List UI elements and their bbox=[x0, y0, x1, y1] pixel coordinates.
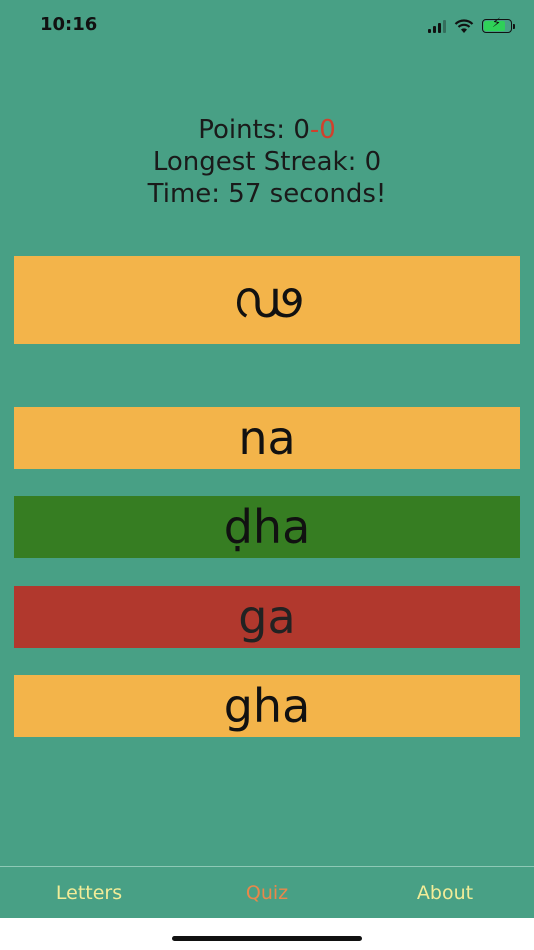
tab-bar: Letters Quiz About bbox=[0, 866, 534, 918]
longest-streak: Longest Streak: 0 bbox=[152, 147, 382, 177]
points-label: Points: bbox=[198, 115, 294, 145]
answer-option-label: ga bbox=[238, 590, 296, 644]
battery-charging-icon: ⚡ bbox=[482, 17, 515, 33]
cellular-signal-icon bbox=[428, 19, 446, 33]
tab-letters[interactable]: Letters bbox=[0, 867, 178, 918]
answer-option-4[interactable]: gha bbox=[14, 675, 520, 737]
answer-option-label: ḍha bbox=[223, 500, 311, 554]
quiz-screen: 10:16 ⚡ Points: 0-0 Longest Streak: 0 Ti… bbox=[0, 0, 534, 918]
quiz-letter-card: ഢ bbox=[14, 256, 520, 344]
status-icons: ⚡ bbox=[428, 16, 515, 36]
answer-option-2-correct[interactable]: ḍha bbox=[14, 496, 520, 558]
quiz-letter: ഢ bbox=[232, 269, 302, 330]
home-indicator[interactable] bbox=[172, 936, 362, 941]
points-wrong: 0 bbox=[319, 115, 336, 145]
tab-about[interactable]: About bbox=[356, 867, 534, 918]
time-remaining: Time: 57 seconds! bbox=[147, 179, 387, 209]
wifi-icon bbox=[454, 18, 474, 33]
answer-option-1[interactable]: na bbox=[14, 407, 520, 469]
status-time: 10:16 bbox=[40, 14, 98, 35]
points-separator: - bbox=[309, 115, 320, 145]
answer-option-label: gha bbox=[223, 679, 311, 733]
points-line: Points: 0-0 bbox=[0, 114, 534, 146]
tab-quiz[interactable]: Quiz bbox=[178, 867, 356, 918]
score-panel: Points: 0-0 Longest Streak: 0 Time: 57 s… bbox=[0, 114, 534, 210]
answer-option-label: na bbox=[238, 411, 296, 465]
points-correct: 0 bbox=[293, 115, 310, 145]
answer-option-3-wrong[interactable]: ga bbox=[14, 586, 520, 648]
